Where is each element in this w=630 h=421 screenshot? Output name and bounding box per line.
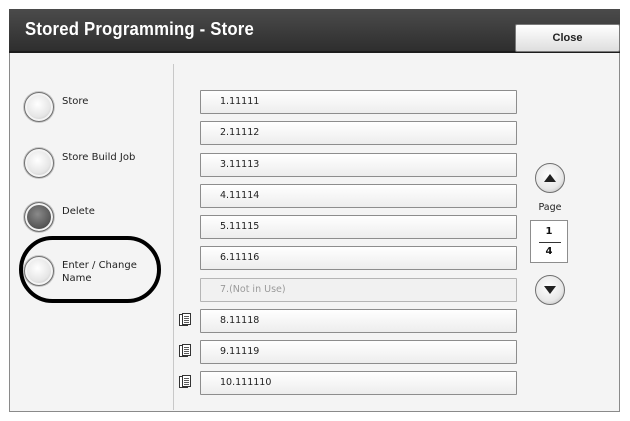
triangle-down-icon xyxy=(544,286,556,294)
page-up-button[interactable] xyxy=(535,163,565,193)
program-slot-6[interactable]: 6.11116 xyxy=(200,246,517,270)
program-slot-7[interactable]: 7.(Not in Use) xyxy=(200,278,517,302)
radio-button-selected[interactable] xyxy=(24,202,54,232)
document-icon xyxy=(179,313,191,326)
page-down-button[interactable] xyxy=(535,275,565,305)
program-slot-3[interactable]: 3.11113 xyxy=(200,153,517,177)
action-store[interactable]: Store xyxy=(24,92,148,122)
page-title: Stored Programming - Store xyxy=(25,19,254,39)
triangle-up-icon xyxy=(544,174,556,182)
radio-button[interactable] xyxy=(24,148,54,178)
close-button[interactable]: Close xyxy=(515,24,620,52)
program-slot-5[interactable]: 5.11115 xyxy=(200,215,517,239)
current-page: 1 xyxy=(545,226,553,237)
program-slot-10[interactable]: 10.111110 xyxy=(200,371,517,395)
document-icon xyxy=(179,344,191,357)
program-slot-1[interactable]: 1.11111 xyxy=(200,90,517,114)
action-delete[interactable]: Delete xyxy=(24,202,148,232)
total-pages: 4 xyxy=(545,246,553,257)
page-separator xyxy=(539,242,561,243)
page-indicator: 1 4 xyxy=(530,220,568,263)
action-store-build-job[interactable]: Store Build Job xyxy=(24,148,148,178)
highlight-circle-annotation xyxy=(19,236,161,303)
radio-button[interactable] xyxy=(24,92,54,122)
program-slot-9[interactable]: 9.11119 xyxy=(200,340,517,364)
program-slot-8[interactable]: 8.11118 xyxy=(200,309,517,333)
title-bar: Stored Programming - Store Close xyxy=(9,9,620,53)
document-icon xyxy=(179,375,191,388)
action-label: Store xyxy=(62,96,89,107)
page-label: Page xyxy=(538,202,562,213)
action-label: Store Build Job xyxy=(62,152,136,163)
program-slot-2[interactable]: 2.11112 xyxy=(200,121,517,145)
program-slot-4[interactable]: 4.11114 xyxy=(200,184,517,208)
panel-divider xyxy=(173,64,174,410)
action-label: Delete xyxy=(62,206,95,217)
